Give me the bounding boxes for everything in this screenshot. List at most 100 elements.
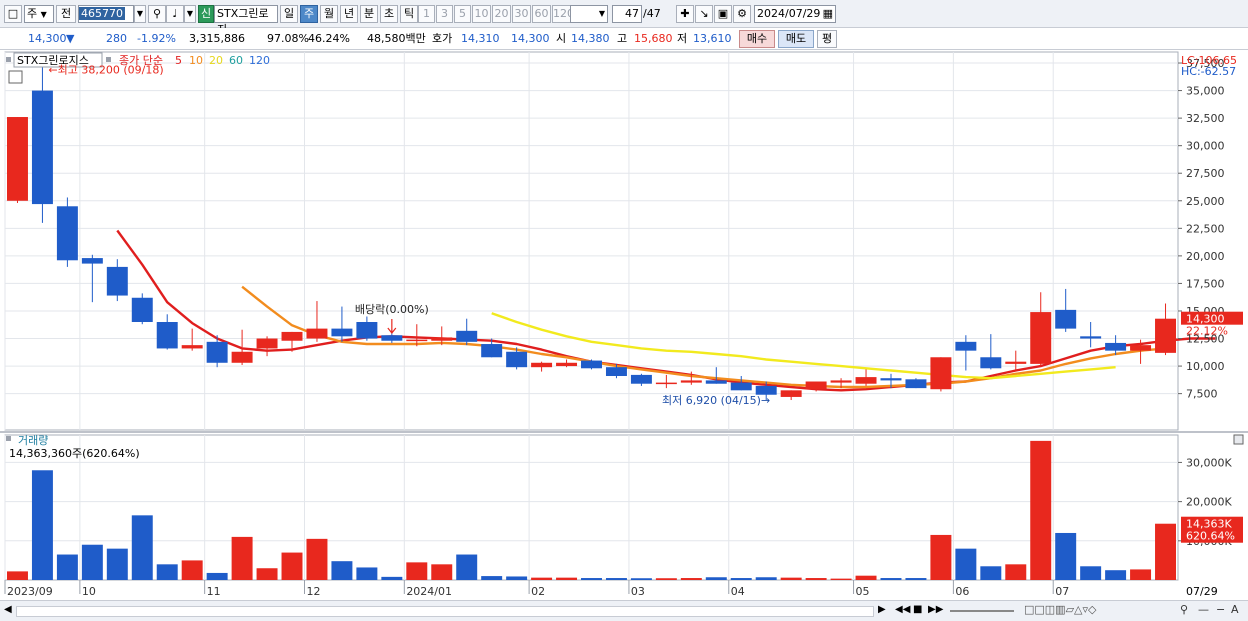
close-pane-icon[interactable] xyxy=(1233,434,1244,445)
ma-legend-5: 5 xyxy=(175,54,182,67)
code-dropdown-icon[interactable]: ▼ xyxy=(134,5,146,23)
period-button[interactable]: 틱 xyxy=(400,5,418,23)
volume-bar xyxy=(630,578,652,580)
period-button[interactable]: 주 xyxy=(300,5,318,23)
candle-body xyxy=(356,322,378,339)
y-tick-label: 20,000 xyxy=(1186,250,1225,263)
volume-bar xyxy=(556,577,578,580)
eval-button[interactable]: 평 xyxy=(817,30,837,48)
volume-bar xyxy=(930,534,952,580)
rewind-icon[interactable]: ◀◀ xyxy=(895,604,910,615)
speaker-icon[interactable]: ♩ xyxy=(166,5,184,23)
candle-body xyxy=(705,380,727,384)
candle-body xyxy=(31,90,53,205)
volume-bar xyxy=(106,548,128,580)
period-select[interactable]: 주 ▼ xyxy=(24,5,54,23)
x-tick-label: 02 xyxy=(531,585,545,598)
candle-body xyxy=(630,374,652,384)
candle-body xyxy=(930,357,952,390)
chevron-down-icon: ▼ xyxy=(598,9,605,18)
interval-button[interactable]: 5 xyxy=(454,5,471,23)
volume-bar xyxy=(855,575,877,580)
interval-combo[interactable]: ▼ xyxy=(570,5,608,23)
minus-small-icon[interactable]: − xyxy=(1216,603,1225,616)
candle-body xyxy=(980,357,1002,369)
zoom-icon[interactable]: ⚲ xyxy=(1180,603,1188,616)
y-tick-label: 22,500 xyxy=(1186,222,1225,235)
font-size-icon[interactable]: A xyxy=(1231,603,1239,616)
draw-line-icon[interactable]: ↘ xyxy=(695,5,713,23)
volume-bar xyxy=(581,578,602,580)
volume-bar xyxy=(955,548,977,580)
volume-title: 거래량 xyxy=(18,434,48,447)
horizontal-scrollbar[interactable] xyxy=(16,606,874,617)
period-button[interactable]: 월 xyxy=(320,5,338,23)
period-button[interactable]: 분 xyxy=(360,5,378,23)
current-price: 14,300 xyxy=(28,32,67,45)
fast-forward-icon[interactable]: ▶▶ xyxy=(928,604,943,615)
interval-button[interactable]: 20 xyxy=(492,5,511,23)
y-tick-label: 27,500 xyxy=(1186,167,1225,180)
candle-body xyxy=(855,377,877,384)
candle-body xyxy=(406,339,428,342)
candle-body xyxy=(306,328,328,339)
quote-bar: 14,300 ▼ 280 -1.92% 3,315,886 97.08% 46.… xyxy=(0,28,1248,50)
candle-body xyxy=(131,297,153,322)
save-icon[interactable]: ▣ xyxy=(714,5,732,23)
interval-button[interactable]: 10 xyxy=(472,5,491,23)
calendar-icon: ▦ xyxy=(822,7,833,20)
volume-ratio: 97.08% xyxy=(267,32,309,45)
stock-name-field[interactable]: STX그린로지 xyxy=(214,5,278,36)
sell-button[interactable]: 매도 xyxy=(778,30,814,48)
change-amount: 280 xyxy=(106,32,127,45)
volume-tick-label: 20,000K xyxy=(1186,496,1232,509)
volume-bar xyxy=(780,577,802,580)
layout-icon[interactable]: □ xyxy=(4,5,22,23)
code-input[interactable]: 465770 xyxy=(78,5,134,23)
high-label: 고 xyxy=(617,32,628,45)
period-button[interactable]: 초 xyxy=(380,5,398,23)
candle-body xyxy=(1005,361,1027,364)
volume-bar xyxy=(306,538,328,580)
candle-body xyxy=(805,381,827,390)
candle-body xyxy=(256,338,278,349)
interval-button[interactable]: 3 xyxy=(436,5,453,23)
interval-button[interactable]: 60 xyxy=(532,5,551,23)
prev-button[interactable]: 전 xyxy=(56,5,76,23)
chevron-down-icon: ▼ xyxy=(40,10,47,19)
count-total: /47 xyxy=(643,7,661,20)
y-tick-label: 32,500 xyxy=(1186,112,1225,125)
count-input[interactable]: 47 xyxy=(612,5,642,23)
interval-button[interactable]: 30 xyxy=(512,5,531,23)
candle-body xyxy=(431,337,453,341)
zoom-slider[interactable] xyxy=(950,610,1014,612)
scroll-right-icon[interactable]: ▶ xyxy=(878,604,886,615)
new-button[interactable]: 신 xyxy=(198,5,214,23)
gear-icon[interactable]: ⚙ xyxy=(733,5,751,23)
buy-button[interactable]: 매수 xyxy=(739,30,775,48)
stop-icon[interactable]: ■ xyxy=(913,604,922,615)
volume-bar xyxy=(406,562,428,580)
date-input[interactable]: 2024/07/29 ▦ xyxy=(754,5,836,23)
interval-button[interactable]: 1 xyxy=(418,5,435,23)
search-icon[interactable]: ⚲ xyxy=(148,5,166,23)
candle-body xyxy=(1155,318,1177,353)
toolbar: □ 주 ▼ 전 465770 ▼ ⚲ ♩ ▼ 신 STX그린로지 일주월년분초틱… xyxy=(0,0,1248,36)
speaker-dropdown-icon[interactable]: ▼ xyxy=(184,5,196,23)
period-button[interactable]: 일 xyxy=(280,5,298,23)
x-tick-label: 12 xyxy=(306,585,320,598)
candle-body xyxy=(1105,342,1127,351)
table-icon[interactable] xyxy=(8,70,23,84)
x-tick-label: 05 xyxy=(856,585,870,598)
volume-bar xyxy=(531,577,553,580)
period-button[interactable]: 년 xyxy=(340,5,358,23)
candle-body xyxy=(605,367,627,376)
volume-bar xyxy=(81,544,103,580)
y-tick-label: 30,000 xyxy=(1186,140,1225,153)
crosshair-icon[interactable]: ✚ xyxy=(676,5,694,23)
scroll-left-icon[interactable]: ◀ xyxy=(4,604,12,615)
chart-tools-icon[interactable]: □□◫▥▱△▿◇ xyxy=(1024,603,1096,616)
volume-bar xyxy=(131,515,153,580)
volume-bar xyxy=(331,561,353,580)
minus-icon[interactable]: — xyxy=(1198,603,1209,616)
